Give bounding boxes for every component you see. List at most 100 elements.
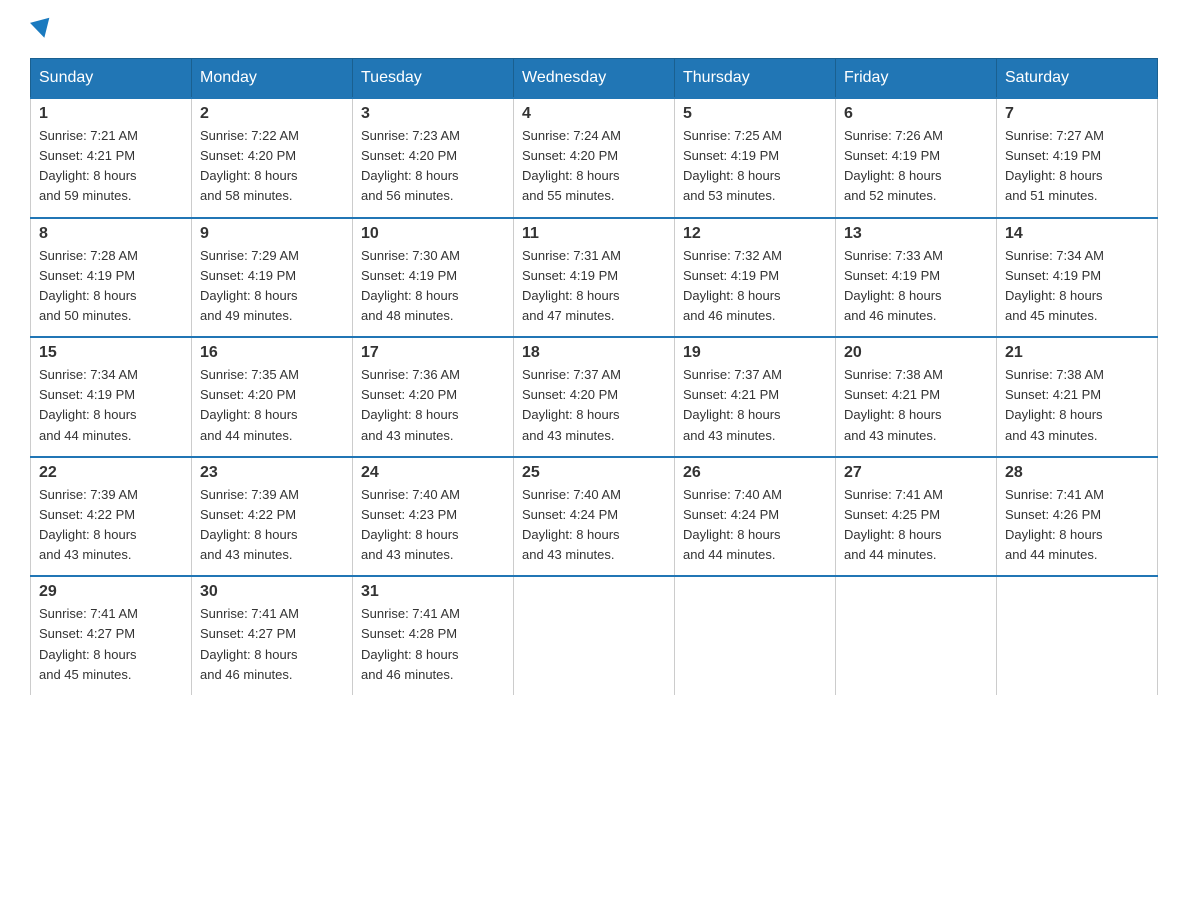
calendar-week-row: 15 Sunrise: 7:34 AM Sunset: 4:19 PM Dayl… [31,337,1158,457]
cell-info: Sunrise: 7:38 AM Sunset: 4:21 PM Dayligh… [1005,365,1149,446]
calendar-cell: 26 Sunrise: 7:40 AM Sunset: 4:24 PM Dayl… [675,457,836,577]
day-number: 12 [683,225,827,243]
calendar-week-row: 22 Sunrise: 7:39 AM Sunset: 4:22 PM Dayl… [31,457,1158,577]
weekday-header-saturday: Saturday [997,59,1158,99]
cell-info: Sunrise: 7:25 AM Sunset: 4:19 PM Dayligh… [683,126,827,207]
logo-area [30,20,52,38]
day-number: 17 [361,344,505,362]
cell-info: Sunrise: 7:23 AM Sunset: 4:20 PM Dayligh… [361,126,505,207]
calendar-cell: 16 Sunrise: 7:35 AM Sunset: 4:20 PM Dayl… [192,337,353,457]
calendar-cell: 17 Sunrise: 7:36 AM Sunset: 4:20 PM Dayl… [353,337,514,457]
day-number: 7 [1005,105,1149,123]
day-number: 22 [39,464,183,482]
page-header [30,20,1158,38]
day-number: 1 [39,105,183,123]
calendar-cell: 8 Sunrise: 7:28 AM Sunset: 4:19 PM Dayli… [31,218,192,338]
day-number: 4 [522,105,666,123]
calendar-cell: 27 Sunrise: 7:41 AM Sunset: 4:25 PM Dayl… [836,457,997,577]
cell-info: Sunrise: 7:34 AM Sunset: 4:19 PM Dayligh… [1005,246,1149,327]
cell-info: Sunrise: 7:41 AM Sunset: 4:27 PM Dayligh… [39,604,183,685]
calendar-cell: 1 Sunrise: 7:21 AM Sunset: 4:21 PM Dayli… [31,98,192,218]
weekday-header-sunday: Sunday [31,59,192,99]
day-number: 25 [522,464,666,482]
calendar-cell: 21 Sunrise: 7:38 AM Sunset: 4:21 PM Dayl… [997,337,1158,457]
calendar-cell: 19 Sunrise: 7:37 AM Sunset: 4:21 PM Dayl… [675,337,836,457]
day-number: 24 [361,464,505,482]
cell-info: Sunrise: 7:41 AM Sunset: 4:27 PM Dayligh… [200,604,344,685]
calendar-week-row: 29 Sunrise: 7:41 AM Sunset: 4:27 PM Dayl… [31,576,1158,695]
calendar-cell: 15 Sunrise: 7:34 AM Sunset: 4:19 PM Dayl… [31,337,192,457]
cell-info: Sunrise: 7:34 AM Sunset: 4:19 PM Dayligh… [39,365,183,446]
calendar-cell: 6 Sunrise: 7:26 AM Sunset: 4:19 PM Dayli… [836,98,997,218]
calendar-cell: 11 Sunrise: 7:31 AM Sunset: 4:19 PM Dayl… [514,218,675,338]
cell-info: Sunrise: 7:40 AM Sunset: 4:24 PM Dayligh… [522,485,666,566]
weekday-header-friday: Friday [836,59,997,99]
calendar-week-row: 8 Sunrise: 7:28 AM Sunset: 4:19 PM Dayli… [31,218,1158,338]
calendar-cell: 31 Sunrise: 7:41 AM Sunset: 4:28 PM Dayl… [353,576,514,695]
calendar-cell: 22 Sunrise: 7:39 AM Sunset: 4:22 PM Dayl… [31,457,192,577]
calendar-cell: 14 Sunrise: 7:34 AM Sunset: 4:19 PM Dayl… [997,218,1158,338]
day-number: 2 [200,105,344,123]
logo-triangle-icon [30,18,54,41]
logo [30,20,52,42]
cell-info: Sunrise: 7:28 AM Sunset: 4:19 PM Dayligh… [39,246,183,327]
cell-info: Sunrise: 7:24 AM Sunset: 4:20 PM Dayligh… [522,126,666,207]
day-number: 30 [200,583,344,601]
calendar-cell: 7 Sunrise: 7:27 AM Sunset: 4:19 PM Dayli… [997,98,1158,218]
cell-info: Sunrise: 7:38 AM Sunset: 4:21 PM Dayligh… [844,365,988,446]
calendar-cell: 29 Sunrise: 7:41 AM Sunset: 4:27 PM Dayl… [31,576,192,695]
day-number: 3 [361,105,505,123]
day-number: 13 [844,225,988,243]
calendar-cell [514,576,675,695]
cell-info: Sunrise: 7:31 AM Sunset: 4:19 PM Dayligh… [522,246,666,327]
cell-info: Sunrise: 7:40 AM Sunset: 4:23 PM Dayligh… [361,485,505,566]
day-number: 20 [844,344,988,362]
cell-info: Sunrise: 7:36 AM Sunset: 4:20 PM Dayligh… [361,365,505,446]
calendar-cell: 10 Sunrise: 7:30 AM Sunset: 4:19 PM Dayl… [353,218,514,338]
cell-info: Sunrise: 7:22 AM Sunset: 4:20 PM Dayligh… [200,126,344,207]
day-number: 11 [522,225,666,243]
calendar-table: SundayMondayTuesdayWednesdayThursdayFrid… [30,58,1158,695]
day-number: 6 [844,105,988,123]
weekday-header-monday: Monday [192,59,353,99]
day-number: 28 [1005,464,1149,482]
day-number: 26 [683,464,827,482]
day-number: 21 [1005,344,1149,362]
weekday-header-tuesday: Tuesday [353,59,514,99]
day-number: 8 [39,225,183,243]
calendar-cell: 18 Sunrise: 7:37 AM Sunset: 4:20 PM Dayl… [514,337,675,457]
calendar-cell: 28 Sunrise: 7:41 AM Sunset: 4:26 PM Dayl… [997,457,1158,577]
day-number: 27 [844,464,988,482]
calendar-cell: 3 Sunrise: 7:23 AM Sunset: 4:20 PM Dayli… [353,98,514,218]
weekday-header-thursday: Thursday [675,59,836,99]
calendar-cell: 12 Sunrise: 7:32 AM Sunset: 4:19 PM Dayl… [675,218,836,338]
cell-info: Sunrise: 7:40 AM Sunset: 4:24 PM Dayligh… [683,485,827,566]
calendar-cell: 13 Sunrise: 7:33 AM Sunset: 4:19 PM Dayl… [836,218,997,338]
day-number: 19 [683,344,827,362]
cell-info: Sunrise: 7:29 AM Sunset: 4:19 PM Dayligh… [200,246,344,327]
day-number: 10 [361,225,505,243]
day-number: 5 [683,105,827,123]
calendar-cell: 20 Sunrise: 7:38 AM Sunset: 4:21 PM Dayl… [836,337,997,457]
cell-info: Sunrise: 7:27 AM Sunset: 4:19 PM Dayligh… [1005,126,1149,207]
day-number: 18 [522,344,666,362]
cell-info: Sunrise: 7:37 AM Sunset: 4:20 PM Dayligh… [522,365,666,446]
calendar-cell: 4 Sunrise: 7:24 AM Sunset: 4:20 PM Dayli… [514,98,675,218]
day-number: 16 [200,344,344,362]
day-number: 31 [361,583,505,601]
cell-info: Sunrise: 7:33 AM Sunset: 4:19 PM Dayligh… [844,246,988,327]
cell-info: Sunrise: 7:39 AM Sunset: 4:22 PM Dayligh… [39,485,183,566]
cell-info: Sunrise: 7:30 AM Sunset: 4:19 PM Dayligh… [361,246,505,327]
cell-info: Sunrise: 7:26 AM Sunset: 4:19 PM Dayligh… [844,126,988,207]
calendar-week-row: 1 Sunrise: 7:21 AM Sunset: 4:21 PM Dayli… [31,98,1158,218]
calendar-cell: 23 Sunrise: 7:39 AM Sunset: 4:22 PM Dayl… [192,457,353,577]
calendar-cell: 25 Sunrise: 7:40 AM Sunset: 4:24 PM Dayl… [514,457,675,577]
day-number: 15 [39,344,183,362]
weekday-header-wednesday: Wednesday [514,59,675,99]
calendar-cell: 9 Sunrise: 7:29 AM Sunset: 4:19 PM Dayli… [192,218,353,338]
calendar-cell [675,576,836,695]
cell-info: Sunrise: 7:41 AM Sunset: 4:25 PM Dayligh… [844,485,988,566]
cell-info: Sunrise: 7:39 AM Sunset: 4:22 PM Dayligh… [200,485,344,566]
calendar-cell: 2 Sunrise: 7:22 AM Sunset: 4:20 PM Dayli… [192,98,353,218]
weekday-header-row: SundayMondayTuesdayWednesdayThursdayFrid… [31,59,1158,99]
